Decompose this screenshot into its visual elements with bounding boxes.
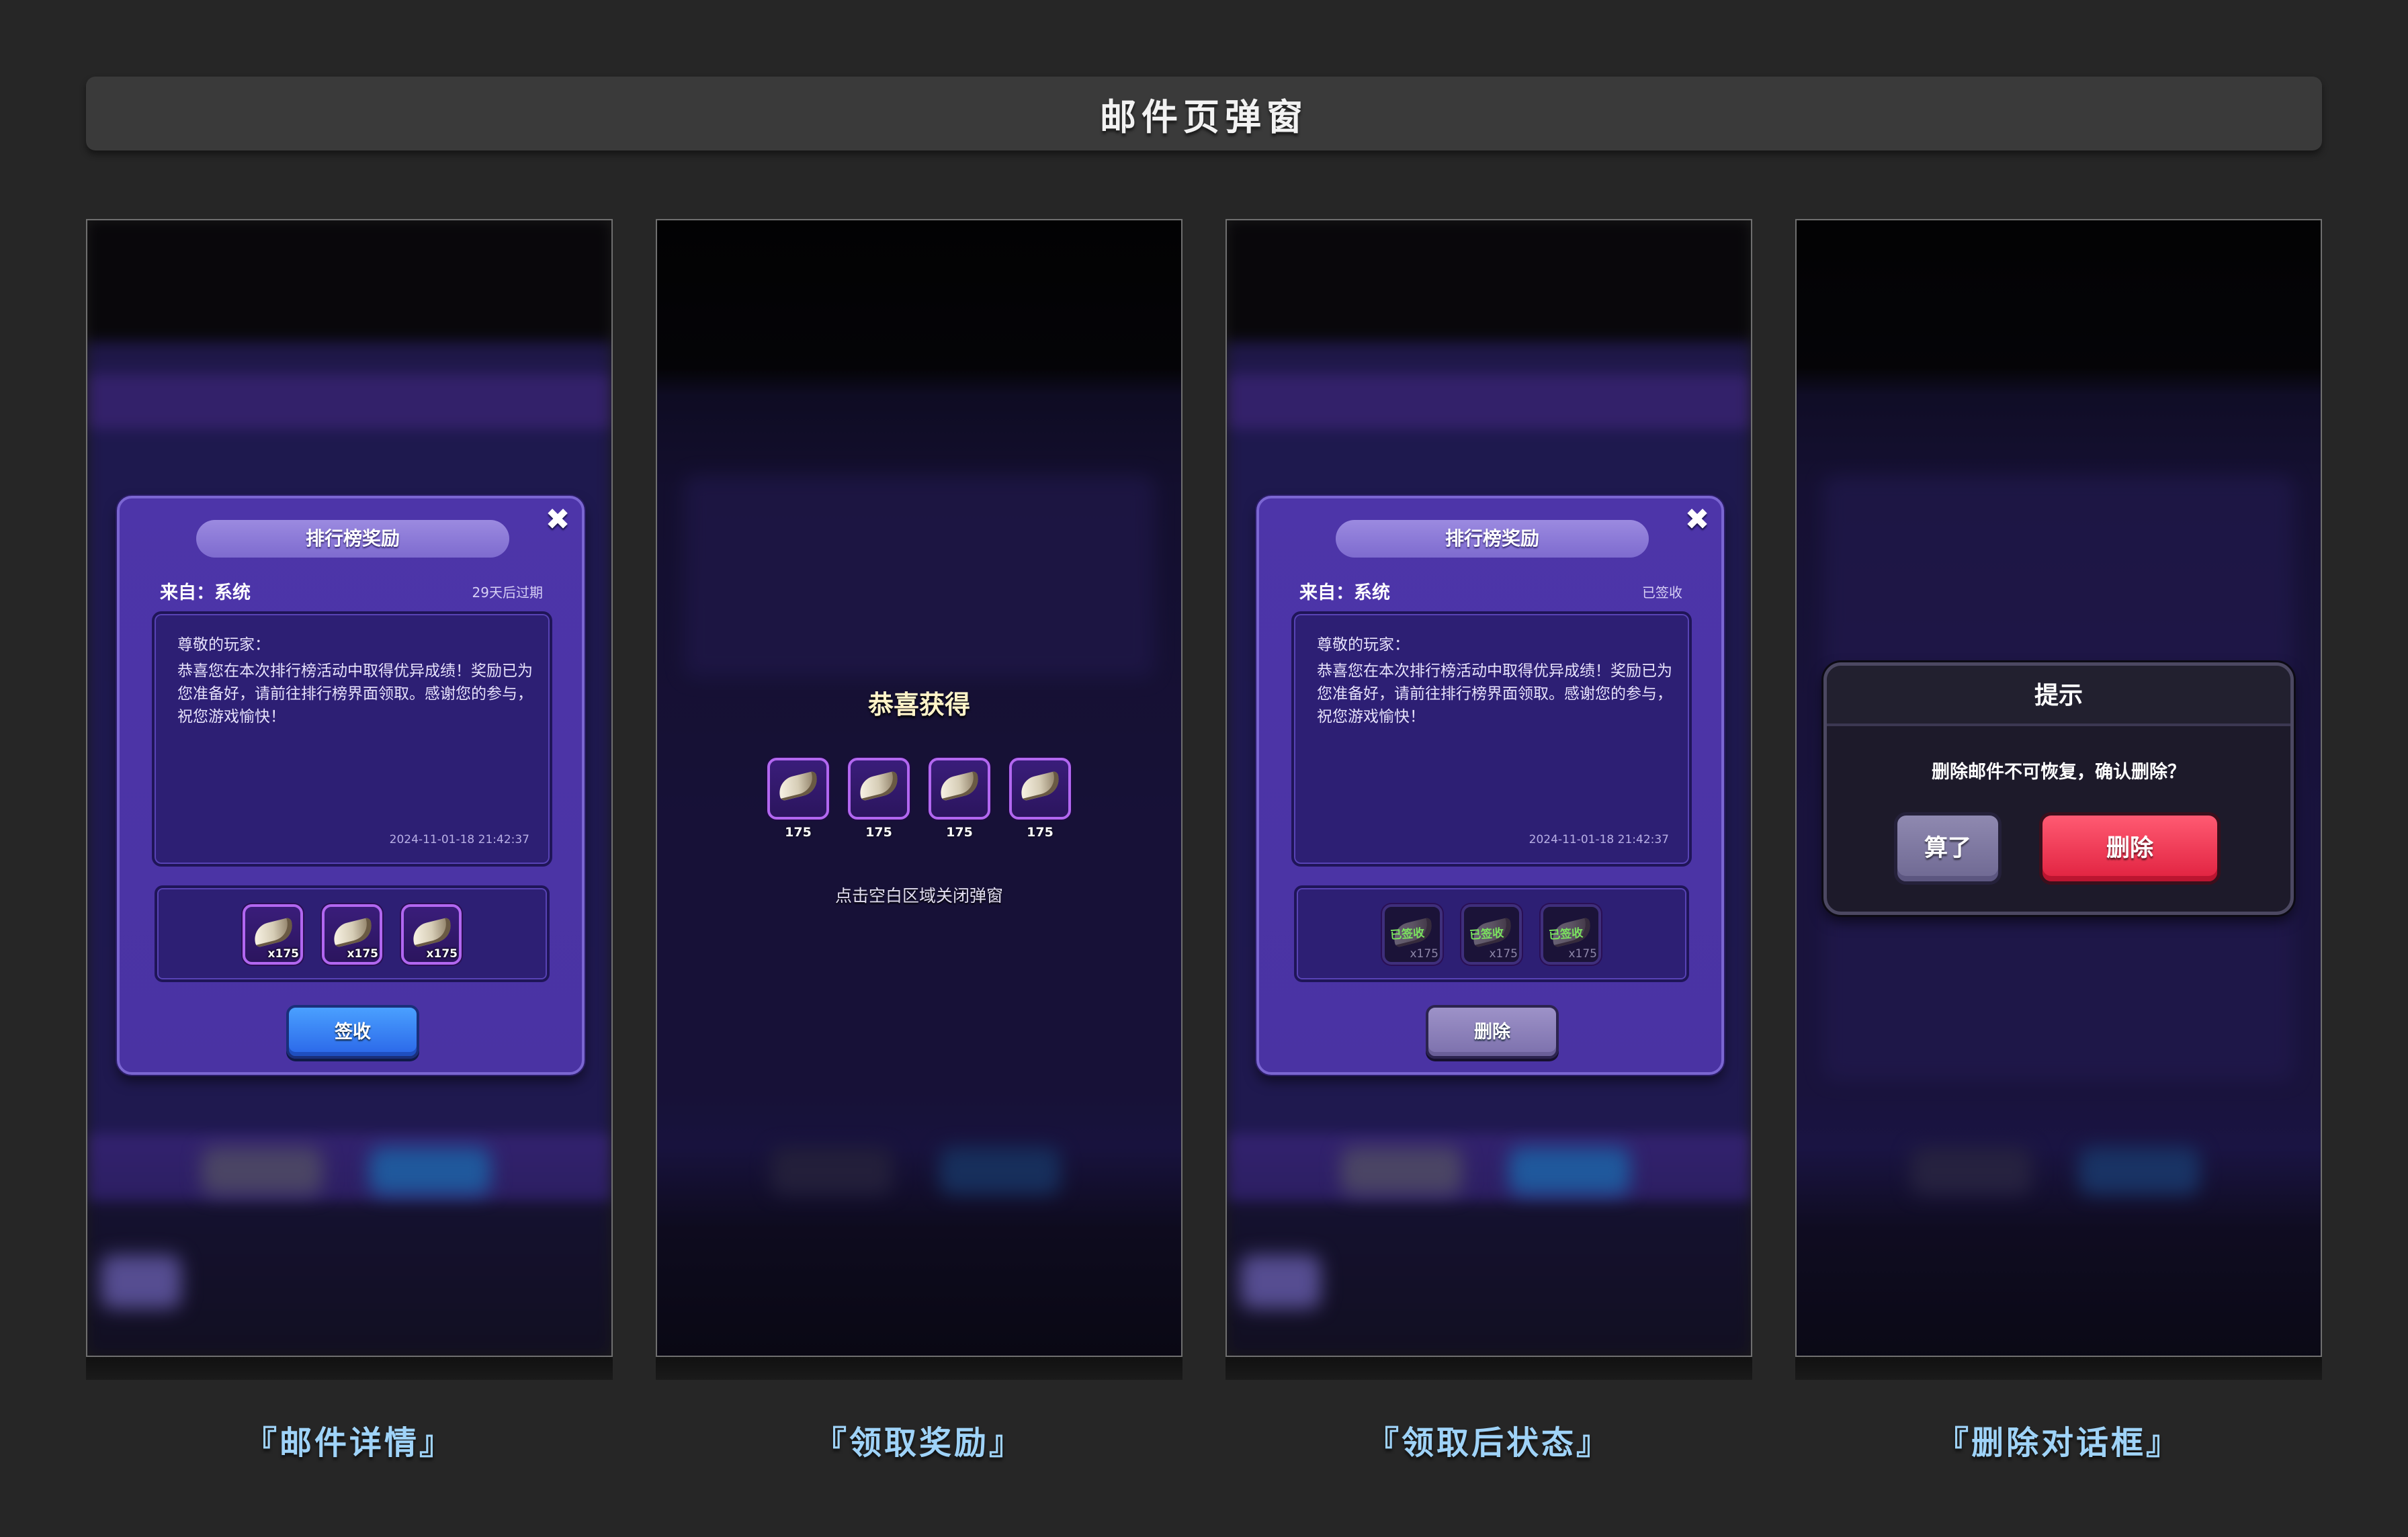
reward-item: x175 [322,904,382,965]
reward-item [929,758,990,820]
horn-icon [331,917,375,948]
horn-icon [1018,771,1062,801]
mail-sender: 来自：系统 [160,582,251,603]
reward-qty: x175 [1568,947,1597,961]
mail-title: 排行榜奖励 [196,520,509,558]
reward-qty: x175 [1410,947,1438,961]
reward-item [767,758,829,820]
mail-content: 恭喜您在本次排行榜活动中取得优异成绩！奖励已为您准备好，请前往排行榜界面领取。感… [1317,662,1672,726]
panel-shadow [1226,1357,1752,1380]
panel-shadow [656,1357,1182,1380]
reward-item [1009,758,1071,820]
page-title: 邮件页弹窗 [1100,95,1308,138]
panel-claim-reward[interactable]: 恭喜获得 175 175 175 175 点击空白区域关闭弹窗 [656,219,1182,1357]
panel-shadow [86,1357,613,1380]
close-hint: 点击空白区域关闭弹窗 [834,886,1003,906]
cancel-button[interactable]: 算了 [1894,812,2002,885]
reward-item: x175 [243,904,303,965]
congrats-item-list [657,758,1181,820]
mail-greeting: 尊敬的玩家： [1317,636,1410,654]
horn-icon [937,771,982,801]
congrats-title: 恭喜获得 [867,690,970,719]
claimed-stamp: 已签收 [1389,926,1425,942]
confirm-delete-button[interactable]: 删除 [2039,812,2221,885]
mail-body: 尊敬的玩家： 恭喜您在本次排行榜活动中取得优异成绩！奖励已为您准备好，请前往排行… [152,611,552,867]
mail-greeting: 尊敬的玩家： [177,636,270,654]
reward-qty: 175 [865,825,892,840]
claimed-stamp: 已签收 [1548,926,1584,942]
reward-item-claimed: 已签收 x175 [1541,904,1601,965]
mail-date: 2024-11-01-18 21:42:37 [1529,833,1669,846]
caption-mail-detail: 『邮件详情』 [244,1424,454,1462]
reward-item [848,758,910,820]
claimed-stamp: 已签收 [1469,926,1504,942]
delete-mail-button[interactable]: 删除 [1426,1005,1559,1059]
panel-claimed-state: 排行榜奖励 ✖ 来自：系统 已签收 尊敬的玩家： 恭喜您在本次排行榜活动中取得优… [1226,219,1752,1357]
horn-icon [410,917,454,948]
caption-delete-dialog: 『删除对话框』 [1936,1424,2181,1462]
close-icon[interactable]: ✖ [543,505,572,535]
panel-mail-detail: 排行榜奖励 ✖ 来自：系统 29天后过期 尊敬的玩家： 恭喜您在本次排行榜活动中… [86,219,613,1357]
mail-content: 恭喜您在本次排行榜活动中取得优异成绩！奖励已为您准备好，请前往排行榜界面领取。感… [177,662,533,726]
close-icon[interactable]: ✖ [1682,505,1712,535]
reward-qty: x175 [1489,947,1518,961]
reward-qty: 175 [785,825,812,840]
horn-icon [857,771,901,801]
reward-qty: x175 [426,947,458,961]
horn-icon [776,771,820,801]
panel-delete-dialog: 提示 删除邮件不可恢复，确认删除？ 算了 删除 [1795,219,2322,1357]
reward-item: x175 [401,904,462,965]
reward-qty: x175 [267,947,299,961]
mail-expire: 29天后过期 [472,584,543,601]
reward-qty: 175 [946,825,973,840]
reward-item-claimed: 已签收 x175 [1461,904,1522,965]
reward-qty: 175 [1027,825,1054,840]
page-title-bar: 邮件页弹窗 [86,77,2322,150]
mail-date: 2024-11-01-18 21:42:37 [389,833,529,846]
caption-claim-reward: 『领取奖励』 [814,1424,1024,1462]
congrats-qty-row: 175 175 175 175 [657,825,1181,840]
mail-popup: 排行榜奖励 ✖ 来自：系统 已签收 尊敬的玩家： 恭喜您在本次排行榜活动中取得优… [1256,496,1724,1075]
mail-popup: 排行榜奖励 ✖ 来自：系统 29天后过期 尊敬的玩家： 恭喜您在本次排行榜活动中… [117,496,585,1075]
reward-qty: x175 [347,947,378,961]
confirm-dialog: 提示 删除邮件不可恢复，确认删除？ 算了 删除 [1823,662,2294,915]
mail-title: 排行榜奖励 [1336,520,1649,558]
reward-item-claimed: 已签收 x175 [1382,904,1443,965]
reward-list: x175 x175 x175 [155,885,550,982]
caption-claimed-state: 『领取后状态』 [1366,1424,1611,1462]
panel-shadow [1795,1357,2322,1380]
mail-body: 尊敬的玩家： 恭喜您在本次排行榜活动中取得优异成绩！奖励已为您准备好，请前往排行… [1291,611,1692,867]
mail-status: 已签收 [1642,584,1682,601]
reward-list: 已签收 x175 已签收 x175 已签收 x175 [1294,885,1689,982]
mail-sender: 来自：系统 [1299,582,1390,603]
claim-button[interactable]: 签收 [286,1005,419,1059]
dialog-title: 提示 [1827,666,2290,726]
dialog-message: 删除邮件不可恢复，确认删除？ [1932,762,2186,783]
horn-icon [251,917,296,948]
